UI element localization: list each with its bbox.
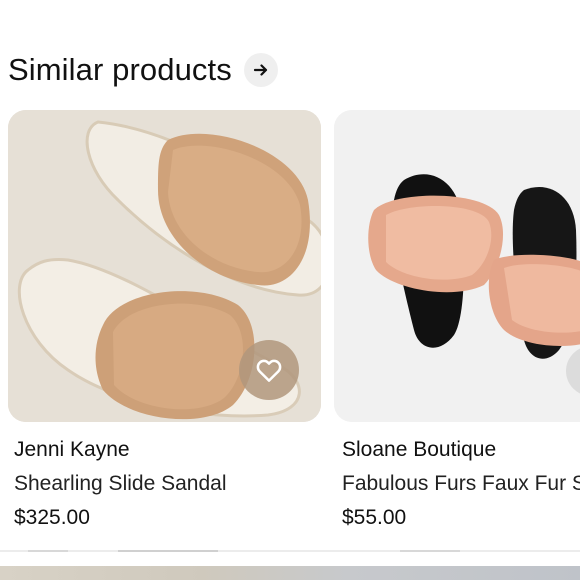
product-name: Shearling Slide Sandal <box>14 472 227 495</box>
product-price: $55.00 <box>342 506 407 529</box>
see-all-button[interactable] <box>243 53 278 87</box>
arrow-right-icon <box>253 64 267 76</box>
product-name: Fabulous Furs Faux Fur Sl <box>342 472 580 495</box>
product-card[interactable]: Sloane Boutique Fabulous Furs Faux Fur S… <box>334 110 580 530</box>
product-price: $325.00 <box>14 506 90 529</box>
save-button[interactable] <box>239 340 299 400</box>
next-section-preview <box>0 566 580 580</box>
section-divider <box>0 550 580 552</box>
heart-outline-icon <box>256 359 282 382</box>
product-image[interactable] <box>334 110 580 422</box>
product-image[interactable] <box>8 110 321 422</box>
product-page: Similar products Jenni Kayne Shearling S… <box>0 0 580 580</box>
similar-products-header: Similar products <box>8 48 278 92</box>
section-title: Similar products <box>8 52 232 87</box>
product-brand: Sloane Boutique <box>342 438 497 461</box>
product-card[interactable]: Jenni Kayne Shearling Slide Sandal $325.… <box>8 110 321 530</box>
faux-fur-slide-illustration <box>334 110 580 422</box>
product-brand: Jenni Kayne <box>14 438 130 461</box>
